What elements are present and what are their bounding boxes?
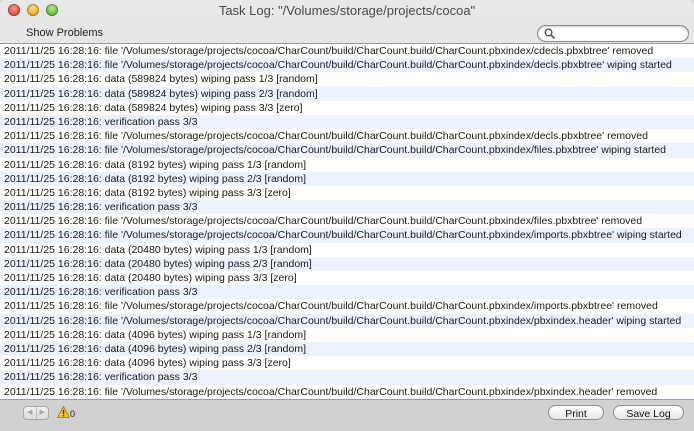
log-row[interactable]: 2011/11/25 16:28:16: file '/Volumes/stor…	[0, 143, 694, 158]
log-row[interactable]: 2011/11/25 16:28:16: file '/Volumes/stor…	[0, 58, 694, 73]
log-row[interactable]: 2011/11/25 16:28:16: file '/Volumes/stor…	[0, 385, 694, 399]
log-row[interactable]: 2011/11/25 16:28:16: data (589824 bytes)…	[0, 86, 694, 101]
save-log-button[interactable]: Save Log	[613, 405, 684, 420]
log-row[interactable]: 2011/11/25 16:28:16: file '/Volumes/stor…	[0, 313, 694, 328]
log-row[interactable]: 2011/11/25 16:28:16: verification pass 3…	[0, 370, 694, 385]
search-input[interactable]	[558, 26, 682, 41]
log-row[interactable]: 2011/11/25 16:28:16: data (20480 bytes) …	[0, 271, 694, 285]
bottom-bar: ◀ ▶ 0 Print Save Log	[0, 399, 694, 431]
log-row[interactable]: 2011/11/25 16:28:16: data (589824 bytes)…	[0, 72, 694, 86]
log-row[interactable]: 2011/11/25 16:28:16: data (8192 bytes) w…	[0, 186, 694, 200]
log-row[interactable]: 2011/11/25 16:28:16: data (4096 bytes) w…	[0, 341, 694, 357]
log-row[interactable]: 2011/11/25 16:28:16: data (4096 bytes) w…	[0, 356, 694, 370]
log-row[interactable]: 2011/11/25 16:28:16: file '/Volumes/stor…	[0, 214, 694, 228]
log-row[interactable]: 2011/11/25 16:28:16: file '/Volumes/stor…	[0, 228, 694, 243]
zoom-button[interactable]	[46, 4, 58, 16]
navigation-control: ◀ ▶	[23, 406, 49, 420]
log-row[interactable]: 2011/11/25 16:28:16: data (4096 bytes) w…	[0, 328, 694, 342]
window-title: Task Log: "/Volumes/storage/projects/coc…	[218, 3, 476, 18]
close-button[interactable]	[8, 4, 20, 16]
search-icon	[544, 28, 555, 39]
log-row[interactable]: 2011/11/25 16:28:16: data (8192 bytes) w…	[0, 171, 694, 186]
back-arrow-icon[interactable]: ◀	[24, 407, 37, 419]
toolbar: Show Problems	[0, 22, 694, 43]
task-log-window: Task Log: "/Volumes/storage/projects/coc…	[0, 0, 694, 431]
log-row[interactable]: 2011/11/25 16:28:16: file '/Volumes/stor…	[0, 129, 694, 143]
log-list[interactable]: 2011/11/25 16:28:16: file '/Volumes/stor…	[0, 43, 694, 400]
minimize-button[interactable]	[27, 4, 39, 16]
log-row[interactable]: 2011/11/25 16:28:16: verification pass 3…	[0, 285, 694, 300]
log-row[interactable]: 2011/11/25 16:28:16: verification pass 3…	[0, 200, 694, 215]
log-row[interactable]: 2011/11/25 16:28:16: verification pass 3…	[0, 114, 694, 130]
log-row[interactable]: 2011/11/25 16:28:16: data (20480 bytes) …	[0, 256, 694, 271]
log-row[interactable]: 2011/11/25 16:28:16: file '/Volumes/stor…	[0, 299, 694, 313]
log-row[interactable]: 2011/11/25 16:28:16: data (20480 bytes) …	[0, 243, 694, 257]
warning-icon	[57, 406, 70, 418]
search-field[interactable]	[537, 25, 689, 42]
log-row[interactable]: 2011/11/25 16:28:16: file '/Volumes/stor…	[0, 44, 694, 58]
title-bar: Task Log: "/Volumes/storage/projects/coc…	[0, 0, 694, 22]
show-problems-toggle[interactable]: Show Problems	[26, 27, 103, 39]
warning-count: 0	[70, 409, 76, 419]
print-button[interactable]: Print	[548, 405, 604, 420]
forward-arrow-icon[interactable]: ▶	[37, 407, 49, 419]
log-row[interactable]: 2011/11/25 16:28:16: data (589824 bytes)…	[0, 101, 694, 115]
log-row[interactable]: 2011/11/25 16:28:16: data (8192 bytes) w…	[0, 158, 694, 172]
